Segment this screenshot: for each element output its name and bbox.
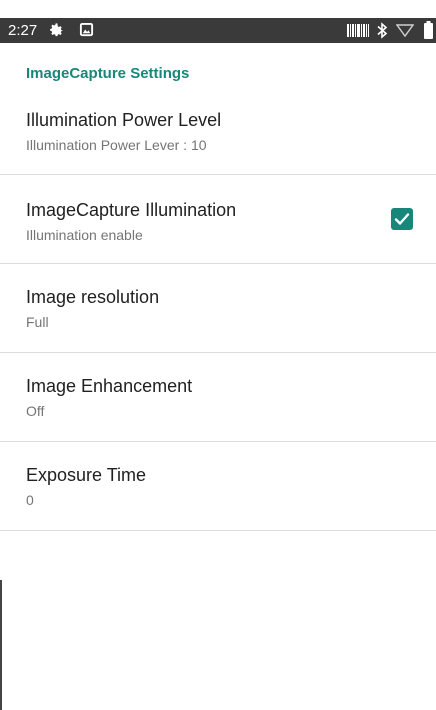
pref-imagecapture-illumination[interactable]: ImageCapture Illumination Illumination e…: [0, 175, 436, 263]
pref-summary: Illumination enable: [26, 227, 143, 243]
battery-icon: [424, 21, 433, 44]
settings-list: ImageCapture Settings Illumination Power…: [0, 43, 436, 710]
image-notification-icon: [79, 22, 94, 42]
pref-illumination-power-level[interactable]: Illumination Power Level Illumination Po…: [0, 88, 436, 176]
status-time: 2:27: [8, 22, 38, 39]
status-bar: 2:27: [0, 18, 436, 43]
pref-exposure-time[interactable]: Exposure Time 0: [0, 442, 436, 530]
pref-summary: Full: [26, 314, 49, 330]
cropped-title-text: [0, 0, 436, 18]
settings-gear-icon: [48, 22, 65, 44]
pref-summary: Off: [26, 403, 45, 419]
section-header: ImageCapture Settings: [26, 65, 190, 82]
pref-title: Image resolution: [26, 287, 160, 307]
bluetooth-icon: [376, 22, 388, 44]
cropped-title-strip: [0, 0, 436, 18]
wifi-icon: [395, 23, 415, 43]
checkmark-icon: [394, 213, 410, 225]
app-screen: 2:27 ImageCapture Settings Illumination …: [0, 0, 436, 710]
pref-summary: 0: [26, 492, 34, 508]
barcode-icon: [347, 24, 369, 42]
pref-title: Exposure Time: [26, 465, 147, 485]
pref-summary: Illumination Power Lever : 10: [26, 137, 207, 153]
screen-edge: [0, 580, 2, 710]
pref-title: Image Enhancement: [26, 376, 193, 396]
divider: [0, 530, 436, 531]
illumination-checkbox[interactable]: [391, 208, 413, 230]
pref-image-resolution[interactable]: Image resolution Full: [0, 264, 436, 352]
pref-image-enhancement[interactable]: Image Enhancement Off: [0, 353, 436, 441]
pref-title: Illumination Power Level: [26, 110, 222, 130]
pref-title: ImageCapture Illumination: [26, 200, 237, 220]
